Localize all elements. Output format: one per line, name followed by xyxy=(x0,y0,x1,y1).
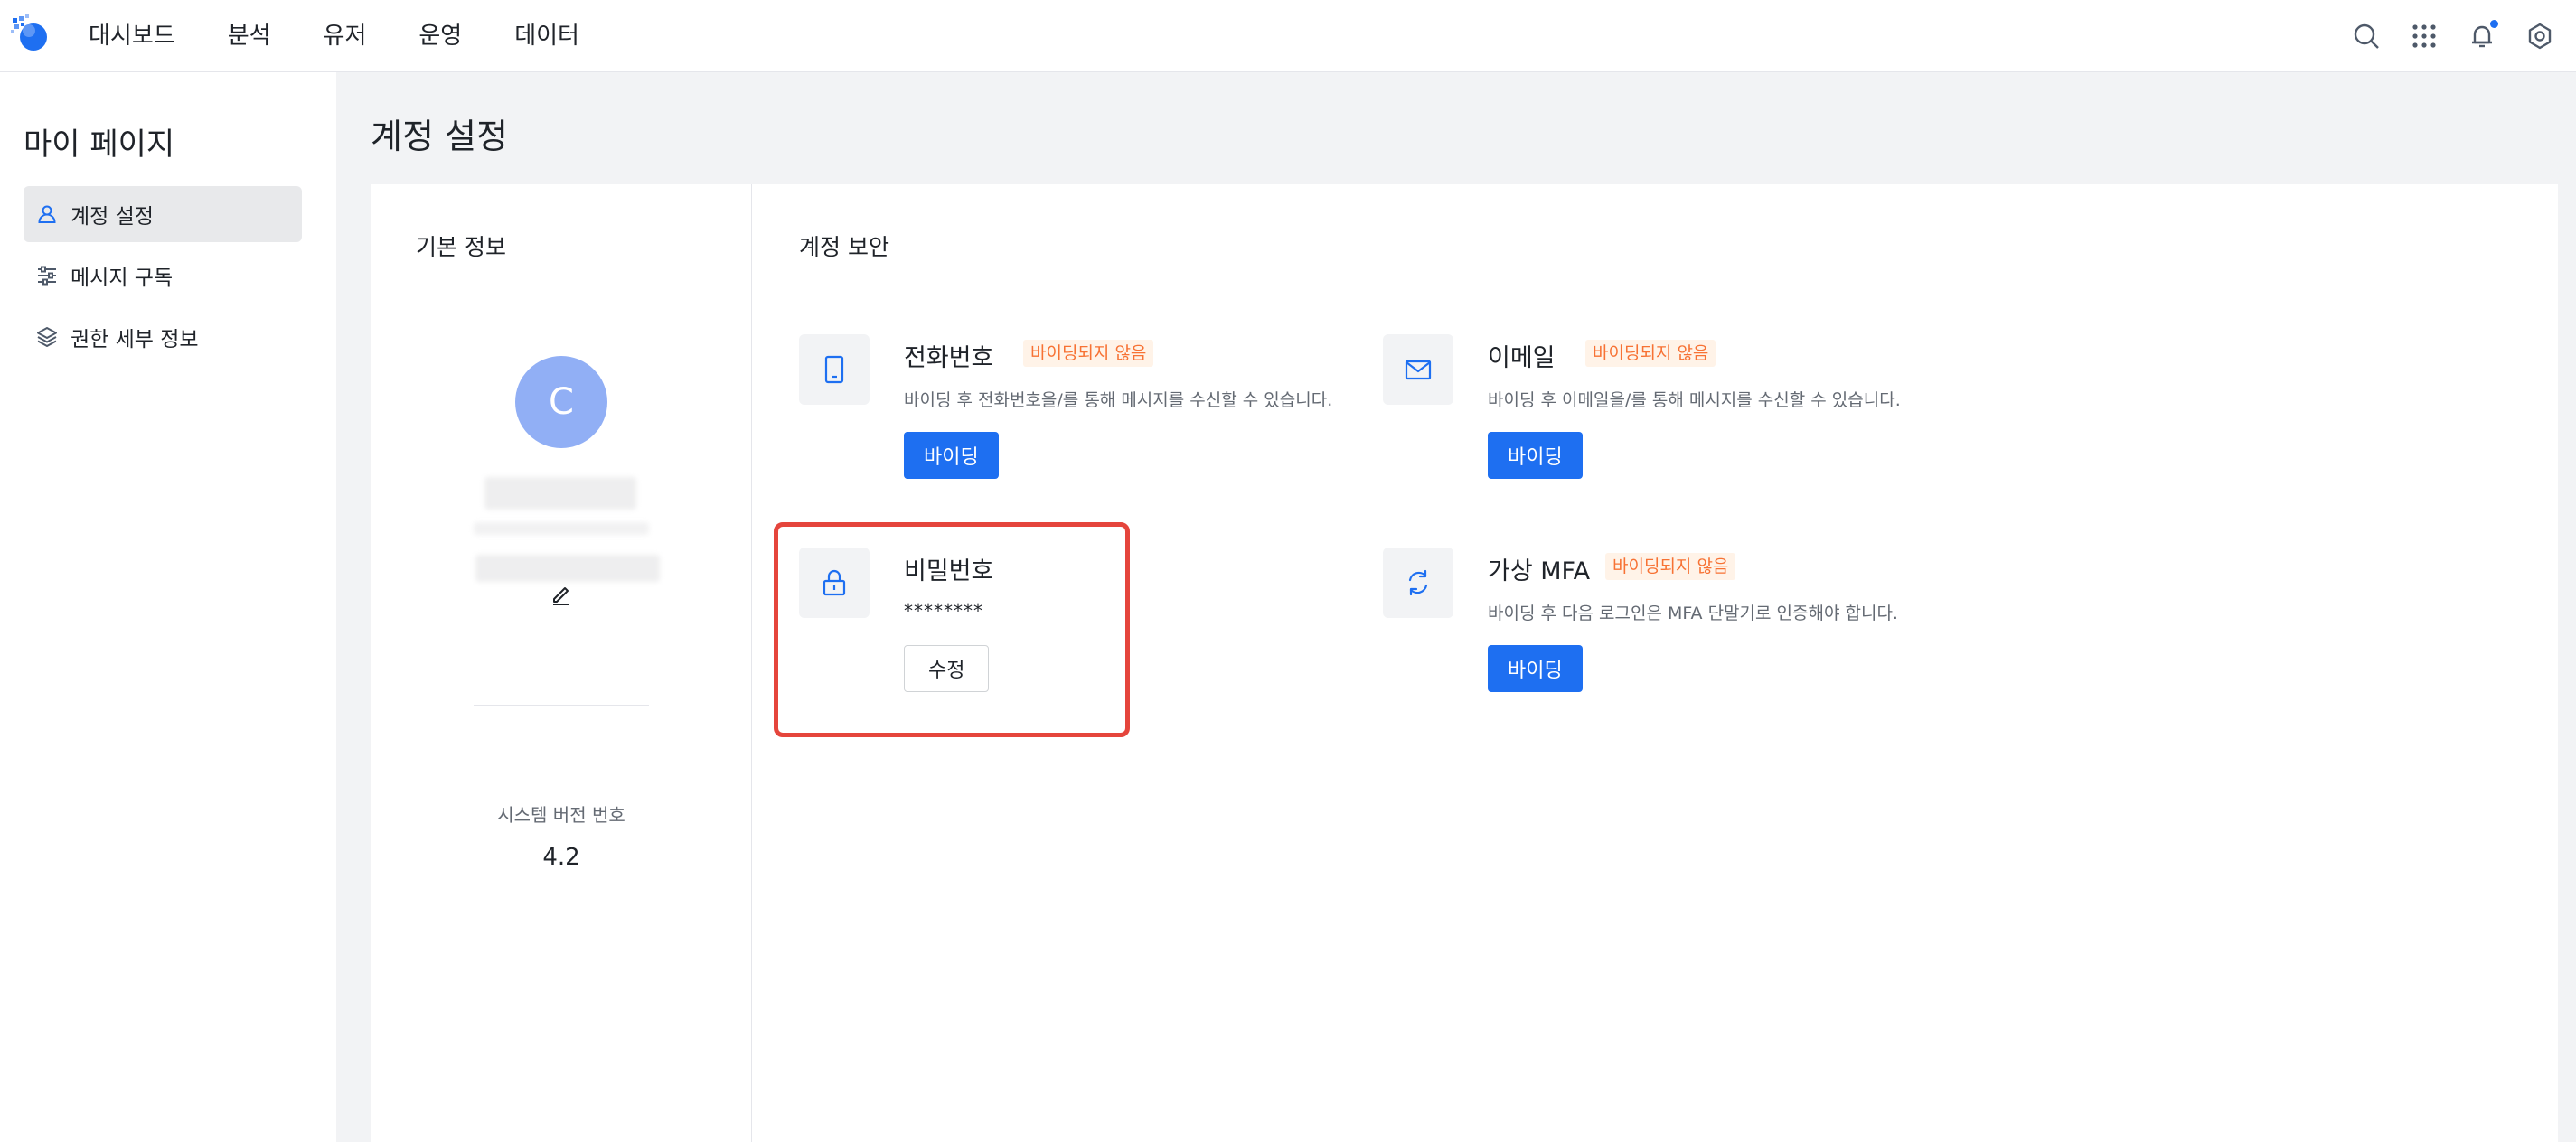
phone-icon xyxy=(824,355,844,384)
sidebar-menu: 계정 설정 메시지 구독 권한 세부 정보 xyxy=(24,186,302,370)
sync-icon-box xyxy=(1383,548,1453,618)
nav-item-dashboard[interactable]: 대시보드 xyxy=(89,0,175,72)
notifications-button[interactable] xyxy=(2464,18,2500,54)
mfa-binding-item: 가상 MFA 바이딩되지 않음 바이딩 후 다음 로그인은 MFA 단말기로 인… xyxy=(1383,548,1961,728)
redacted-detail xyxy=(474,522,649,535)
nav-item-analytics[interactable]: 분석 xyxy=(228,0,271,72)
password-title: 비밀번호 xyxy=(904,557,994,585)
apps-button[interactable] xyxy=(2406,18,2442,54)
system-version-value: 4.2 xyxy=(542,844,580,871)
divider xyxy=(474,705,649,706)
nav-item-users[interactable]: 유저 xyxy=(324,0,367,72)
email-binding-item: 이메일 바이딩되지 않음 바이딩 후 이메일을/를 통해 메시지를 수신할 수 … xyxy=(1383,334,1961,515)
phone-icon-box xyxy=(799,334,870,405)
email-title: 이메일 xyxy=(1488,344,1556,372)
avatar: C xyxy=(515,356,607,448)
basic-info-title: 기본 정보 xyxy=(416,234,506,260)
sidebar: 마이 페이지 계정 설정 메시지 구독 권한 세부 정보 xyxy=(0,72,336,1142)
user-icon xyxy=(36,203,58,225)
settings-button[interactable] xyxy=(2522,18,2558,54)
phone-description: 바이딩 후 전화번호을/를 통해 메시지를 수신할 수 있습니다. xyxy=(904,390,1333,410)
mfa-description: 바이딩 후 다음 로그인은 MFA 단말기로 인증해야 합니다. xyxy=(1488,604,1898,623)
sidebar-item-account-settings[interactable]: 계정 설정 xyxy=(24,186,302,242)
edit-pencil-icon[interactable] xyxy=(550,582,573,605)
email-status-badge: 바이딩되지 않음 xyxy=(1585,340,1716,367)
phone-status-badge: 바이딩되지 않음 xyxy=(1023,340,1154,367)
sliders-icon xyxy=(36,265,58,286)
mfa-bind-button[interactable]: 바이딩 xyxy=(1488,645,1583,692)
mfa-status-badge: 바이딩되지 않음 xyxy=(1605,553,1736,580)
lock-icon xyxy=(823,569,846,596)
nav-item-data[interactable]: 데이터 xyxy=(514,0,579,72)
sidebar-item-label: 계정 설정 xyxy=(71,205,154,229)
sidebar-title: 마이 페이지 xyxy=(24,126,175,163)
page-title: 계정 설정 xyxy=(371,117,508,156)
brand-logo-icon[interactable] xyxy=(9,13,51,54)
top-navigation: 대시보드 분석 유저 운영 데이터 xyxy=(0,0,2576,72)
search-button[interactable] xyxy=(2348,18,2384,54)
mail-icon-box xyxy=(1383,334,1453,405)
sidebar-item-permission-details[interactable]: 권한 세부 정보 xyxy=(24,309,302,365)
mfa-title: 가상 MFA xyxy=(1488,557,1591,585)
layers-icon xyxy=(36,326,58,348)
phone-title: 전화번호 xyxy=(904,344,994,372)
email-bind-button[interactable]: 바이딩 xyxy=(1488,432,1583,479)
sidebar-item-message-subscription[interactable]: 메시지 구독 xyxy=(24,248,302,304)
main-menu: 대시보드 분석 유저 운영 데이터 xyxy=(89,0,632,72)
sidebar-item-label: 메시지 구독 xyxy=(71,267,174,290)
notification-dot xyxy=(2490,20,2498,28)
password-item: 비밀번호 ******** 수정 xyxy=(799,548,1377,728)
mail-icon xyxy=(1405,360,1432,380)
gear-icon xyxy=(2528,23,2552,50)
account-security-card: 계정 보안 전화번호 바이딩되지 않음 바이딩 후 전화번호을/를 통해 메시지… xyxy=(752,184,2558,1142)
password-mask: ******** xyxy=(904,600,983,622)
search-icon xyxy=(2354,23,2379,49)
phone-bind-button[interactable]: 바이딩 xyxy=(904,432,999,479)
system-version-label: 시스템 버전 번호 xyxy=(497,804,625,826)
sidebar-item-label: 권한 세부 정보 xyxy=(71,328,199,351)
lock-icon-box xyxy=(799,548,870,618)
redacted-username xyxy=(484,477,636,510)
basic-info-card: 기본 정보 C 시스템 버전 번호 4.2 xyxy=(371,184,752,1142)
phone-binding-item: 전화번호 바이딩되지 않음 바이딩 후 전화번호을/를 통해 메시지를 수신할 … xyxy=(799,334,1377,515)
redacted-email xyxy=(475,555,660,582)
account-security-title: 계정 보안 xyxy=(799,234,889,260)
email-description: 바이딩 후 이메일을/를 통해 메시지를 수신할 수 있습니다. xyxy=(1488,390,1901,410)
apps-grid-icon xyxy=(2412,24,2436,48)
nav-item-operations[interactable]: 운영 xyxy=(418,0,462,72)
password-edit-button[interactable]: 수정 xyxy=(904,645,990,692)
sync-icon xyxy=(1408,569,1428,596)
header-actions xyxy=(2327,0,2558,72)
